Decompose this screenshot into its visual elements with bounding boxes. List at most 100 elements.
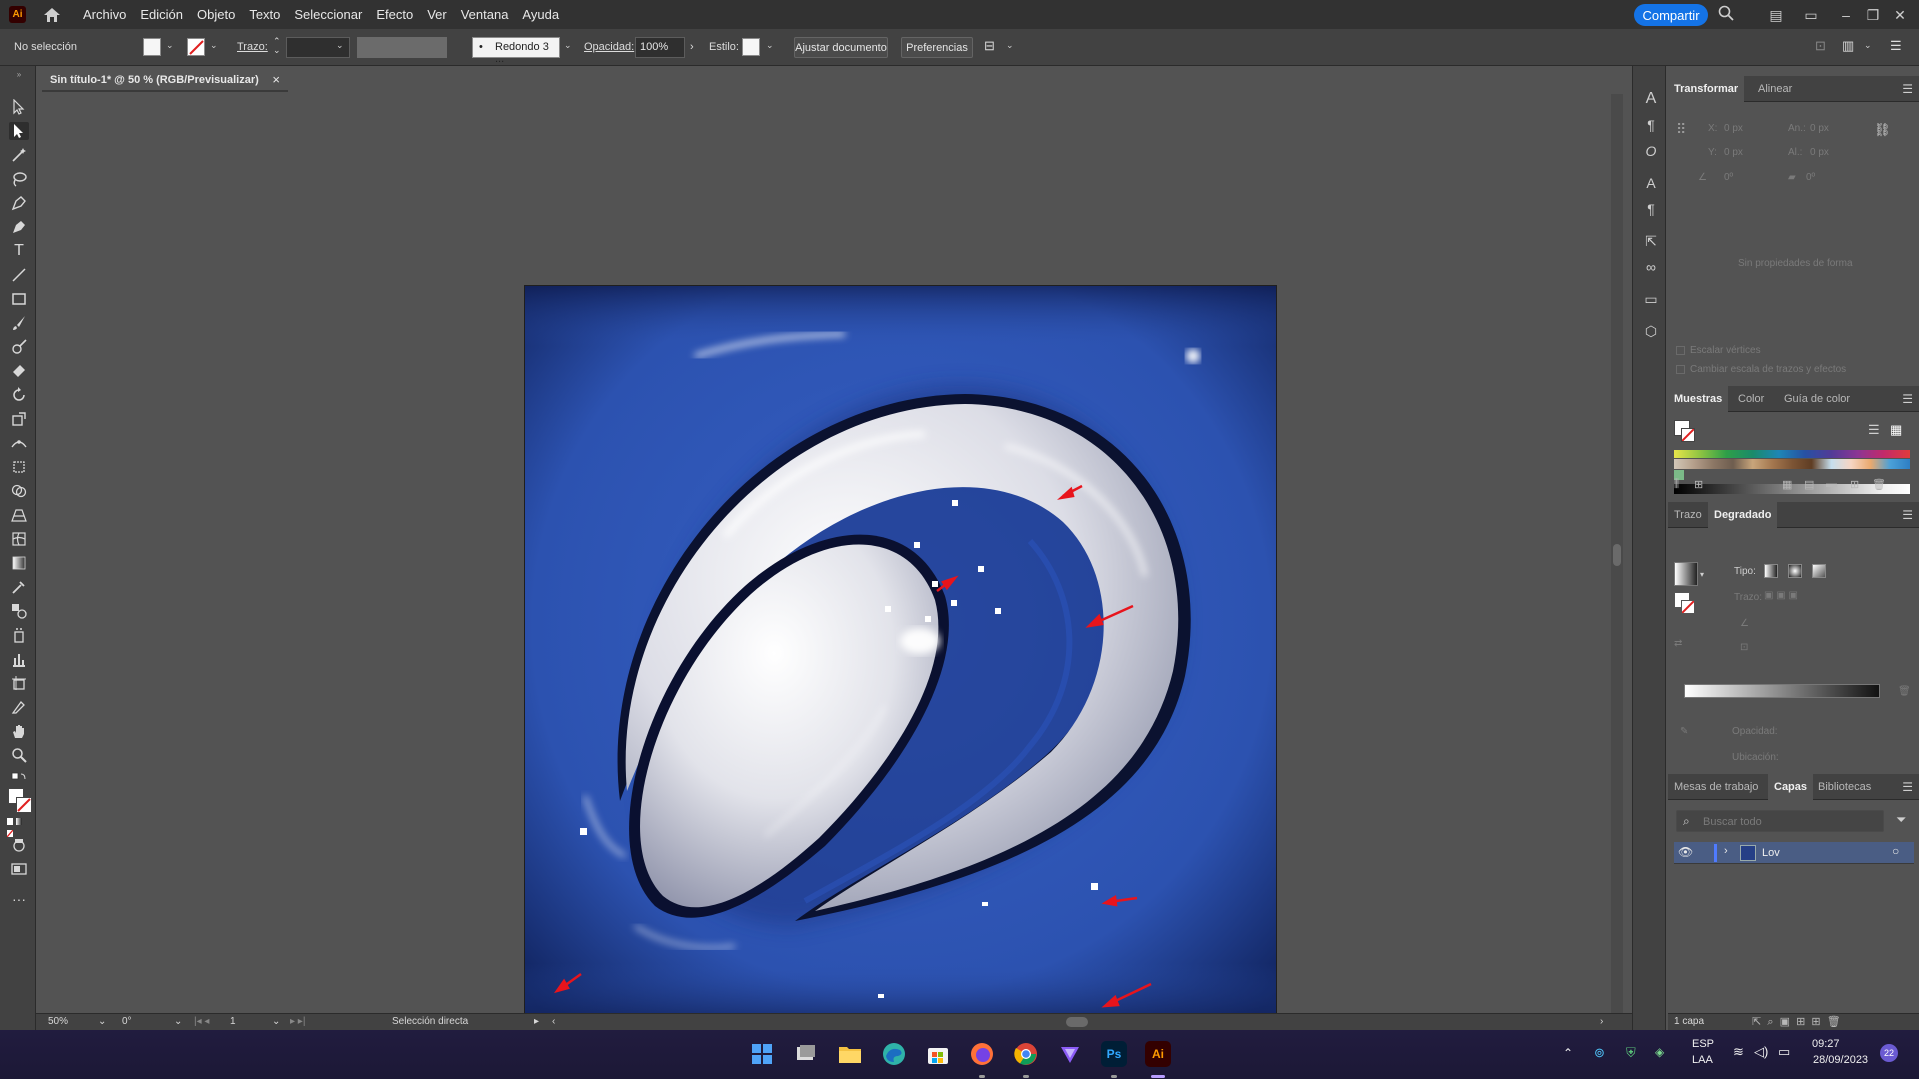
target-circle-icon[interactable]: ○ xyxy=(1892,844,1899,858)
shape-builder-icon[interactable] xyxy=(9,482,29,500)
mesh-tool-icon[interactable] xyxy=(9,530,29,548)
vertical-scroll-thumb[interactable] xyxy=(1613,544,1621,566)
reference-point-icon[interactable]: ⠿ xyxy=(1676,121,1694,139)
search-icon[interactable] xyxy=(1716,5,1736,25)
tab-color[interactable]: Color xyxy=(1732,386,1770,412)
eraser-tool-icon[interactable] xyxy=(9,362,29,380)
artboard[interactable] xyxy=(524,285,1277,1038)
collapse-toolbar-icon[interactable]: » xyxy=(9,70,29,79)
volume-icon[interactable]: ◁) xyxy=(1754,1044,1768,1060)
notification-badge[interactable]: 22 xyxy=(1880,1044,1898,1062)
fill-dropdown-icon[interactable]: ⌄ xyxy=(166,40,174,51)
opentype-panel-icon[interactable]: O xyxy=(1642,142,1660,160)
y-field[interactable]: 0 px xyxy=(1724,147,1743,158)
layers-search[interactable]: ⌕ Buscar todo xyxy=(1676,810,1884,832)
tab-layers[interactable]: Capas xyxy=(1768,774,1814,800)
pen-tool-icon[interactable] xyxy=(9,194,29,212)
free-transform-icon[interactable] xyxy=(9,458,29,476)
tab-swatches[interactable]: Muestras xyxy=(1668,386,1729,412)
list-view-icon[interactable]: ☰ xyxy=(1868,422,1880,438)
wifi-icon[interactable]: ≋ xyxy=(1733,1044,1744,1060)
color-group-icon[interactable]: ▤ xyxy=(1804,478,1814,491)
zoom-level[interactable]: 50% xyxy=(48,1016,68,1027)
stroke-dropdown-icon[interactable]: ⌄ xyxy=(210,40,218,51)
show-swatch-kinds-icon[interactable]: ⊞ xyxy=(1694,478,1703,491)
task-view-icon[interactable] xyxy=(793,1041,819,1067)
artboard-tool-icon[interactable] xyxy=(9,674,29,692)
artboard-dropdown-icon[interactable]: ⌄ xyxy=(272,1016,280,1027)
paintbrush-tool-icon[interactable] xyxy=(9,314,29,332)
nvidia-icon[interactable]: ◈ xyxy=(1655,1045,1664,1059)
rotate-tool-icon[interactable] xyxy=(9,386,29,404)
style-dropdown-icon[interactable]: ⌄ xyxy=(766,40,774,51)
gradient-preview[interactable] xyxy=(1674,562,1698,586)
close-document-icon[interactable]: × xyxy=(272,72,280,87)
line-tool-icon[interactable] xyxy=(9,266,29,284)
stroke-label[interactable]: Trazo: xyxy=(237,41,268,53)
shaper-tool-icon[interactable] xyxy=(9,338,29,356)
perspective-grid-icon[interactable] xyxy=(9,506,29,524)
menu-edicion[interactable]: Edición xyxy=(133,0,190,29)
new-swatch-icon[interactable]: ⊞ xyxy=(1850,478,1859,491)
expand-layer-icon[interactable]: › xyxy=(1724,845,1728,857)
first-artboard-icon[interactable]: |◂ ◂ xyxy=(194,1016,209,1027)
swatches-panel-menu-icon[interactable]: ☰ xyxy=(1902,392,1913,406)
freeform-gradient-icon[interactable] xyxy=(1812,564,1826,578)
stroke-weight-dropdown-icon[interactable]: ⌄ xyxy=(336,40,344,51)
menu-ventana[interactable]: Ventana xyxy=(454,0,516,29)
clock-date[interactable]: 28/09/2023 xyxy=(1813,1054,1868,1066)
screen-mode-icon[interactable] xyxy=(9,860,29,878)
scale-strokes-checkbox[interactable] xyxy=(1676,365,1685,374)
next-artboard-icon[interactable]: ▸ ▸| xyxy=(290,1016,305,1027)
arrange-dropdown-icon[interactable]: ⌄ xyxy=(1864,40,1872,51)
clock-time[interactable]: 09:27 xyxy=(1812,1038,1840,1050)
x-field[interactable]: 0 px xyxy=(1724,123,1743,134)
minimize-icon[interactable]: – xyxy=(1836,5,1856,25)
firefox-icon[interactable] xyxy=(969,1041,995,1067)
align-options-icon[interactable]: ⊟ xyxy=(984,38,995,54)
keyboard-layout[interactable]: LAA xyxy=(1692,1054,1713,1066)
opacity-input[interactable]: 100% xyxy=(635,37,685,58)
tab-align[interactable]: Alinear xyxy=(1752,76,1798,102)
rotate-field[interactable]: 0º xyxy=(1724,172,1733,183)
arrange-documents-icon[interactable]: ▤ xyxy=(1766,5,1786,25)
scale-corners-checkbox[interactable] xyxy=(1676,346,1685,355)
symbol-sprayer-icon[interactable] xyxy=(9,626,29,644)
menu-ver[interactable]: Ver xyxy=(420,0,454,29)
panel-menu-icon[interactable]: ☰ xyxy=(1890,38,1902,54)
3d-materials-icon[interactable]: ⬡ xyxy=(1642,322,1660,340)
gradient-stroke-box[interactable] xyxy=(1681,600,1695,614)
variable-width-profile[interactable] xyxy=(357,37,447,58)
home-icon[interactable] xyxy=(40,5,64,25)
swatch-options-icon[interactable]: ▦ xyxy=(1782,478,1792,491)
radial-gradient-icon[interactable] xyxy=(1788,564,1802,578)
tab-stroke[interactable]: Trazo xyxy=(1668,502,1708,528)
scroll-right-icon[interactable]: › xyxy=(1600,1016,1603,1027)
menu-texto[interactable]: Texto xyxy=(242,0,287,29)
show-hidden-icons[interactable]: ⌃ xyxy=(1563,1046,1573,1060)
swatch-footer-icons[interactable]: ⫼ ⊞ ▦ ▤ ▬ ⊞ 🗑 xyxy=(1674,478,1910,492)
tab-color-guide[interactable]: Guía de color xyxy=(1778,386,1856,412)
artwork-3d-logo[interactable] xyxy=(525,286,1277,1038)
reverse-gradient-icon[interactable]: ⇄ xyxy=(1674,638,1682,649)
tab-gradient[interactable]: Degradado xyxy=(1708,502,1778,528)
windows-start-icon[interactable] xyxy=(749,1041,775,1067)
linear-gradient-icon[interactable] xyxy=(1764,564,1778,578)
zoom-dropdown-icon[interactable]: ⌄ xyxy=(98,1016,106,1027)
file-explorer-icon[interactable] xyxy=(837,1041,863,1067)
delete-swatch-icon[interactable]: 🗑 xyxy=(1872,478,1886,491)
eyedropper-tool-icon[interactable] xyxy=(9,578,29,596)
gradient-preset-dropdown-icon[interactable]: ▾ xyxy=(1700,570,1704,579)
direct-selection-tool-icon[interactable] xyxy=(9,122,29,140)
fit-document-button[interactable]: Ajustar documento xyxy=(794,37,888,58)
layers-panel-menu-icon[interactable]: ☰ xyxy=(1902,780,1913,794)
artboard-number[interactable]: 1 xyxy=(230,1016,236,1027)
menu-objeto[interactable]: Objeto xyxy=(190,0,242,29)
opacity-arrow-icon[interactable]: › xyxy=(690,41,694,53)
comments-panel-icon[interactable]: ▭ xyxy=(1642,290,1660,308)
magic-wand-icon[interactable] xyxy=(9,146,29,164)
type-tool-icon[interactable]: T xyxy=(9,242,29,260)
close-icon[interactable]: ✕ xyxy=(1890,5,1910,25)
language-indicator[interactable]: ESP xyxy=(1692,1038,1714,1050)
share-button[interactable]: Compartir xyxy=(1634,4,1708,26)
